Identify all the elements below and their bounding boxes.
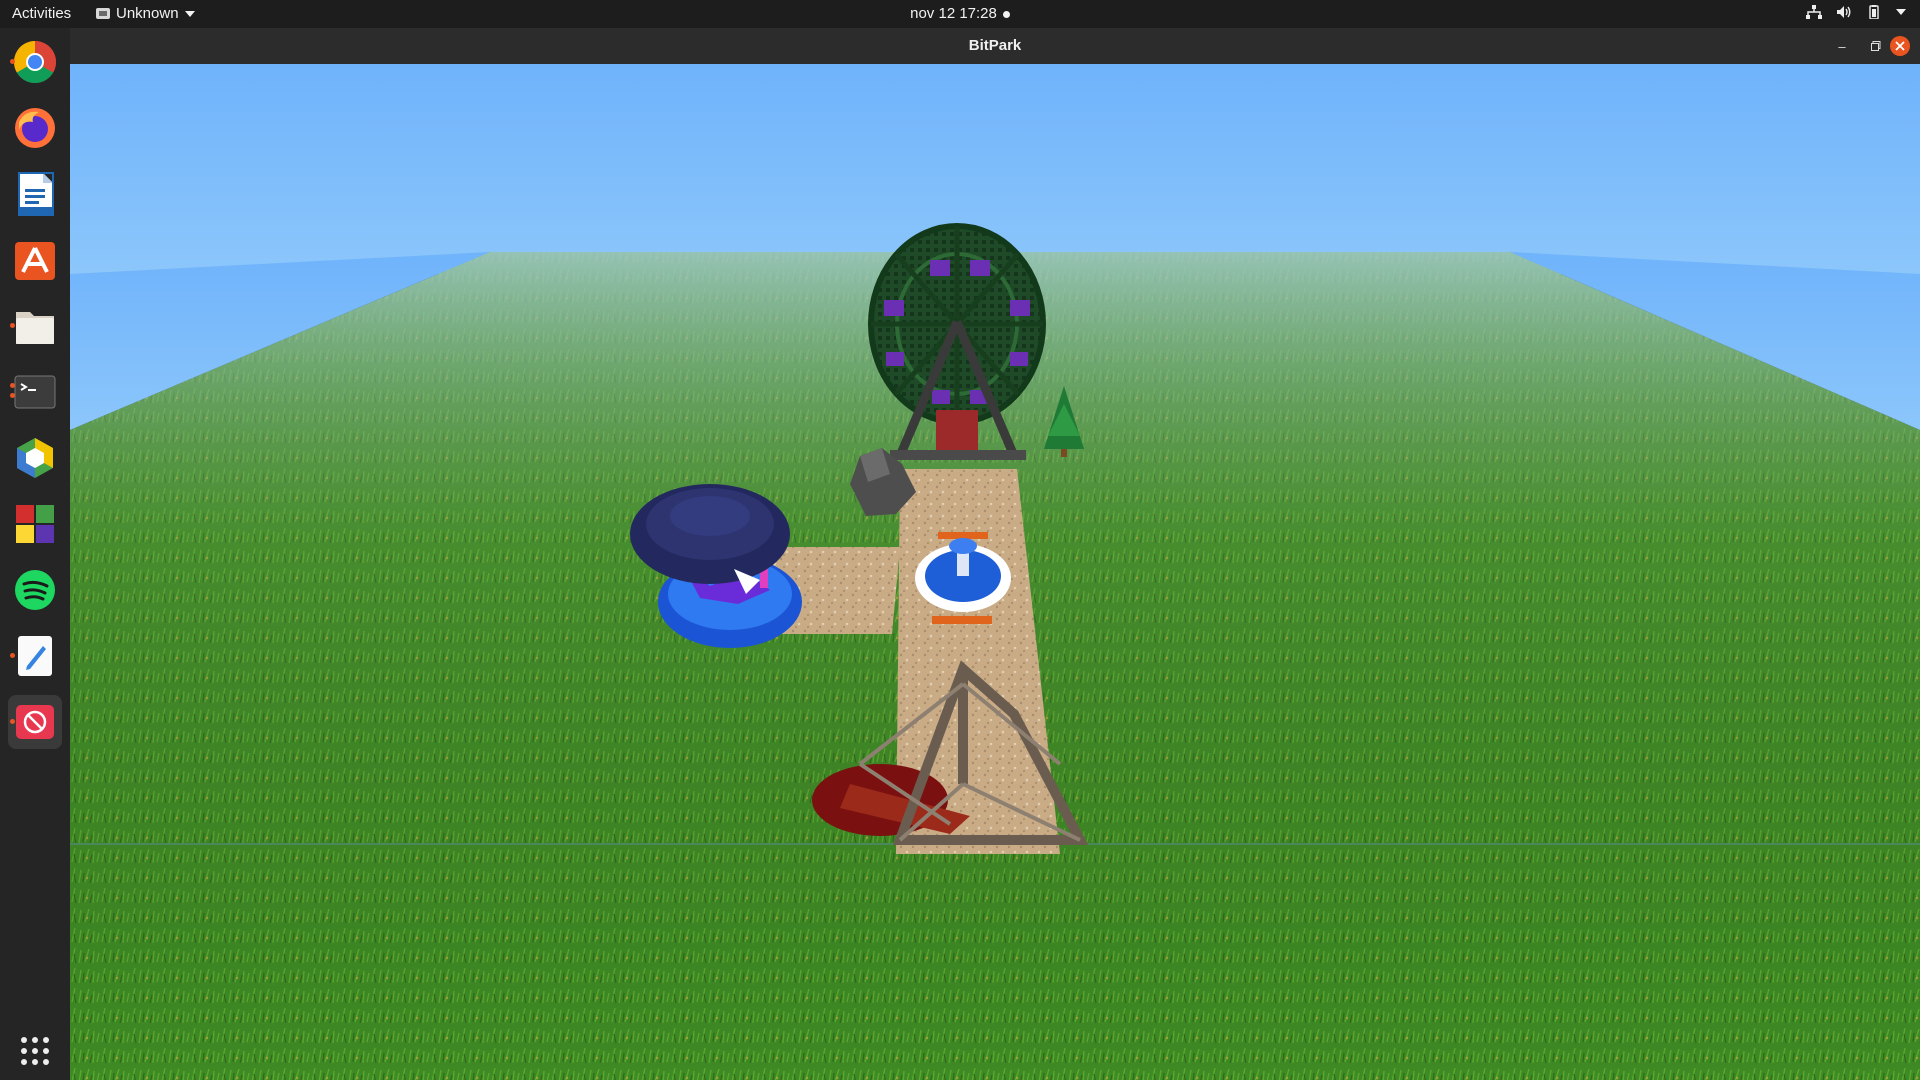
dock-blocked-app[interactable] xyxy=(8,695,62,749)
activities-button[interactable]: Activities xyxy=(12,5,71,22)
clock-text: nov 12 17:28 xyxy=(910,5,997,22)
running-indicator xyxy=(10,323,15,328)
dock-3d-app[interactable] xyxy=(8,431,62,485)
clock-button[interactable]: nov 12 17:28 xyxy=(910,5,1010,22)
volume-icon xyxy=(1837,6,1851,18)
game-viewport[interactable] xyxy=(70,64,1920,1080)
battery-icon xyxy=(1869,5,1879,19)
top-bar: Activities Unknown nov 12 17:28 xyxy=(0,0,1920,28)
window-titlebar[interactable]: BitPark – xyxy=(70,28,1920,64)
running-indicator xyxy=(10,383,15,388)
terminal-icon xyxy=(14,375,56,409)
spotify-icon xyxy=(15,570,55,610)
park-scene xyxy=(70,64,1920,1080)
dock-terminal[interactable] xyxy=(8,365,62,419)
close-icon xyxy=(1895,41,1905,51)
writer-icon xyxy=(18,172,54,216)
firefox-icon xyxy=(15,108,55,148)
running-indicator xyxy=(10,719,15,724)
minimize-button[interactable]: – xyxy=(1832,36,1852,56)
restore-icon xyxy=(1871,41,1881,51)
window-title: BitPark xyxy=(968,37,1022,54)
dock-chrome[interactable] xyxy=(8,35,62,89)
dock-text-editor[interactable] xyxy=(8,629,62,683)
dock xyxy=(0,28,70,1080)
network-icon xyxy=(1806,5,1822,19)
app-menu[interactable]: Unknown xyxy=(96,5,195,22)
3d-app-icon xyxy=(17,438,53,478)
blocked-app-icon xyxy=(16,705,54,739)
colored-grid-app-icon xyxy=(16,505,54,543)
running-indicator xyxy=(10,393,15,398)
app-menu-label: Unknown xyxy=(116,5,179,22)
notification-dot-icon xyxy=(1002,10,1010,18)
running-indicator xyxy=(10,653,15,658)
app-center-icon xyxy=(15,242,55,280)
text-editor-icon xyxy=(18,636,52,676)
app-menu-icon xyxy=(96,8,110,19)
dock-firefox[interactable] xyxy=(8,101,62,155)
show-applications-button[interactable] xyxy=(8,1024,62,1078)
system-tray[interactable] xyxy=(1806,5,1906,19)
chevron-down-icon xyxy=(184,10,195,17)
show-applications-icon xyxy=(21,1037,49,1065)
dock-colored-grid-app[interactable] xyxy=(8,497,62,551)
dock-spotify[interactable] xyxy=(8,563,62,617)
running-indicator xyxy=(10,59,15,64)
clock: nov 12 17:28 xyxy=(0,5,1920,22)
close-button[interactable] xyxy=(1890,36,1910,56)
dock-writer[interactable] xyxy=(8,167,62,221)
chrome-icon xyxy=(13,40,57,84)
files-icon xyxy=(16,312,54,344)
dock-app-center[interactable] xyxy=(8,233,62,287)
system-menu-chevron-icon xyxy=(1896,9,1906,15)
dock-files[interactable] xyxy=(8,299,62,353)
restore-button[interactable] xyxy=(1866,36,1886,56)
minimize-icon: – xyxy=(1838,38,1846,54)
